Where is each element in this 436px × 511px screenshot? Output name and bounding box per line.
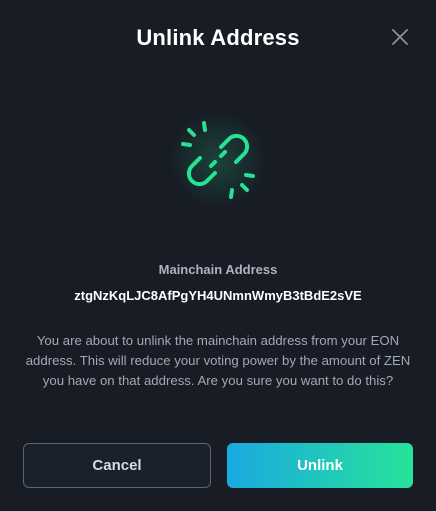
mainchain-address-value: ztgNzKqLJC8AfPgYH4UNmnWmyB3tBdE2sVE	[74, 288, 362, 303]
unlink-address-dialog: Unlink Address Mainchain Address ztgNzKq…	[0, 0, 436, 511]
mainchain-address-label: Mainchain Address	[158, 262, 278, 277]
broken-link-icon	[181, 121, 255, 199]
cancel-button[interactable]: Cancel	[23, 443, 211, 488]
hero-illustration	[158, 108, 278, 212]
warning-message: You are about to unlink the mainchain ad…	[25, 333, 411, 388]
dialog-title: Unlink Address	[136, 25, 300, 50]
close-icon[interactable]	[389, 26, 411, 48]
unlink-button[interactable]: Unlink	[227, 443, 413, 488]
